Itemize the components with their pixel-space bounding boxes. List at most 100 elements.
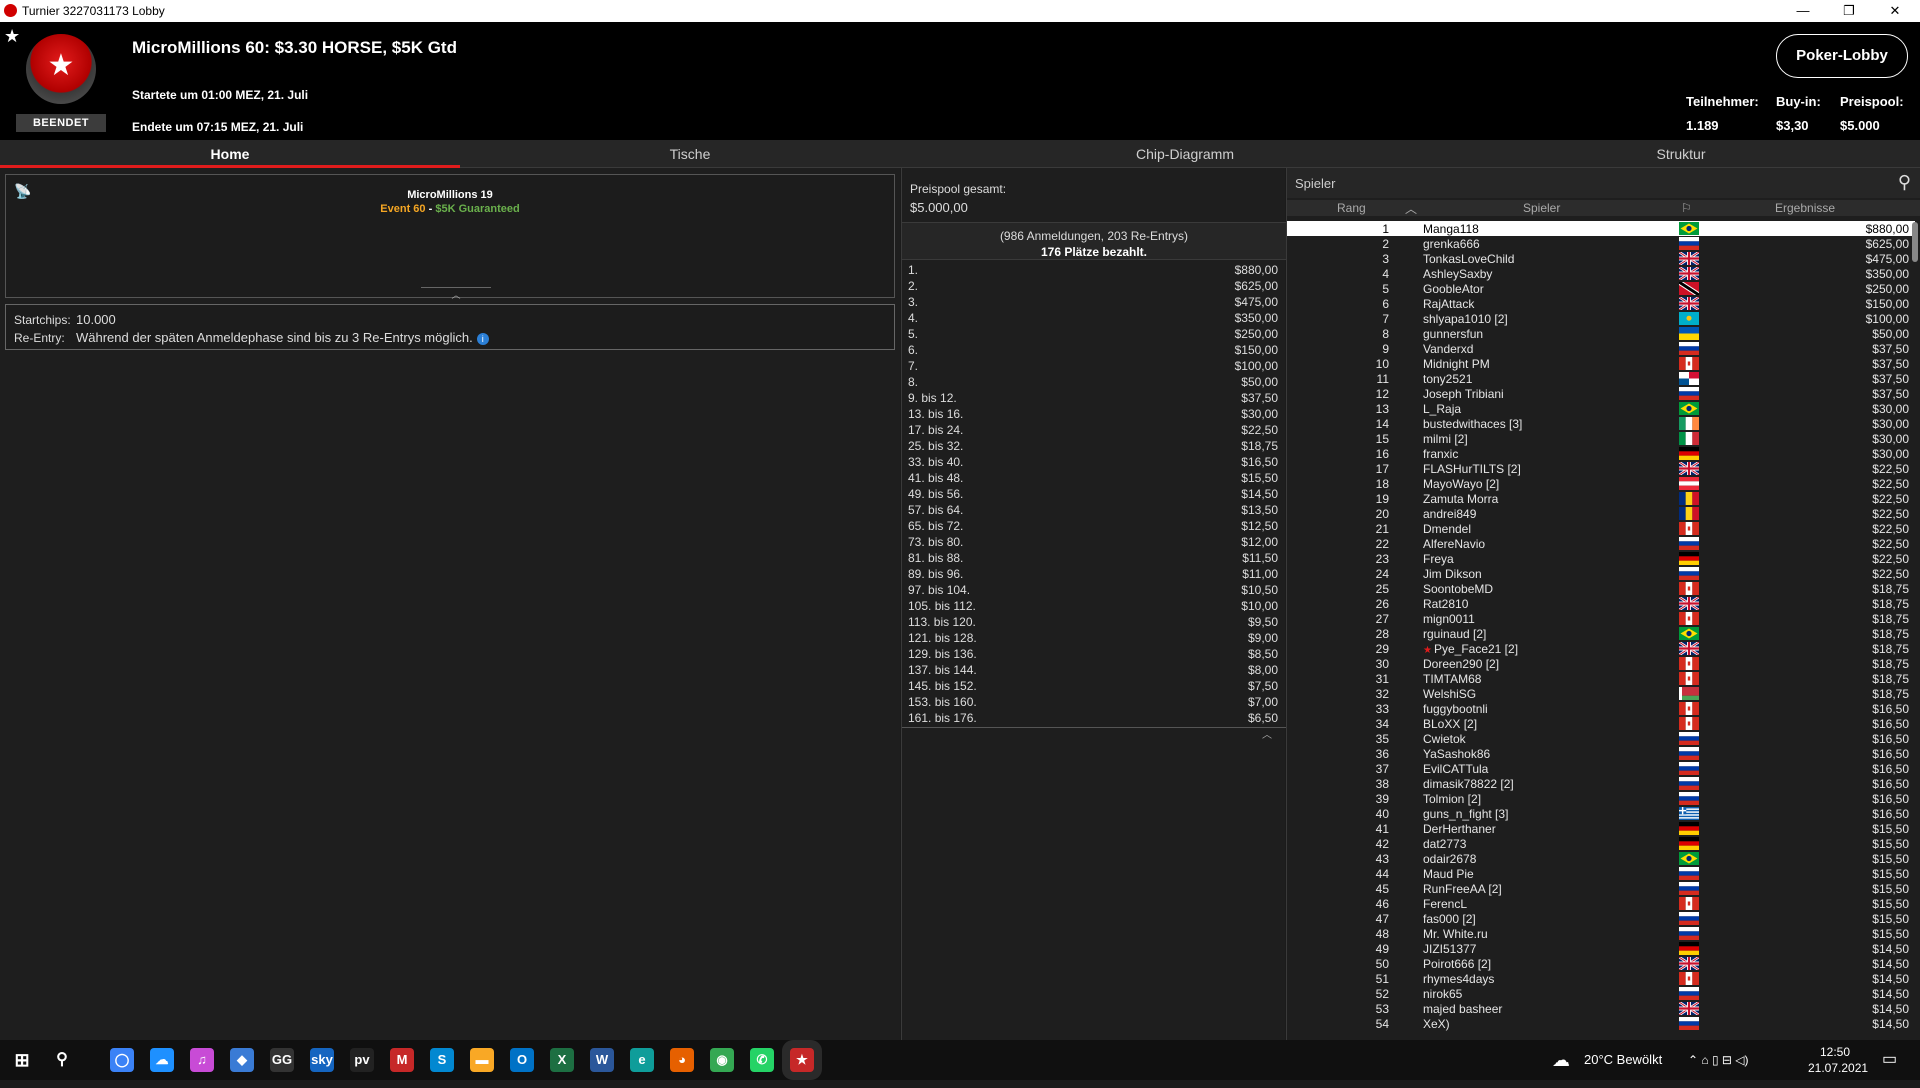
player-row[interactable]: 32 WelshiSG $18,75 xyxy=(1287,686,1915,701)
player-row[interactable]: 45 RunFreeAA [2] $15,50 xyxy=(1287,881,1915,896)
flag-header-icon[interactable]: ⚐ xyxy=(1681,201,1692,215)
favorite-star-icon[interactable]: ★ xyxy=(4,26,20,47)
player-row[interactable]: 51 rhymes4days $14,50 xyxy=(1287,971,1915,986)
player-row[interactable]: 49 JIZI51377 $14,50 xyxy=(1287,941,1915,956)
player-row[interactable]: 11 tony2521 $37,50 xyxy=(1287,371,1915,386)
player-row[interactable]: 40 guns_n_fight [3] $16,50 xyxy=(1287,806,1915,821)
clock-date[interactable]: 21.07.2021 xyxy=(1808,1048,1868,1088)
player-row[interactable]: 35 Cwietok $16,50 xyxy=(1287,731,1915,746)
player-row[interactable]: 34 BLoXX [2] $16,50 xyxy=(1287,716,1915,731)
player-row[interactable]: 26 Rat2810 $18,75 xyxy=(1287,596,1915,611)
player-row[interactable]: 38 dimasik78822 [2] $16,50 xyxy=(1287,776,1915,791)
player-row[interactable]: 13 L_Raja $30,00 xyxy=(1287,401,1915,416)
collapse-chevron-icon[interactable]: ︿ xyxy=(421,287,491,300)
player-row[interactable]: 20 andrei849 $22,50 xyxy=(1287,506,1915,521)
tab-tables[interactable]: Tische xyxy=(460,140,920,168)
tab-home[interactable]: Home xyxy=(0,140,460,168)
col-results[interactable]: Ergebnisse xyxy=(1775,201,1835,215)
poker-lobby-button[interactable]: Poker-Lobby xyxy=(1776,34,1908,78)
search-input[interactable]: Spieler xyxy=(1295,176,1335,191)
notification-icon[interactable]: ▭ xyxy=(1882,1040,1897,1080)
player-row[interactable]: 36 YaSashok86 $16,50 xyxy=(1287,746,1915,761)
edge-icon[interactable]: e xyxy=(630,1048,654,1072)
gg-icon[interactable]: GG xyxy=(270,1048,294,1072)
player-row[interactable]: 42 dat2773 $15,50 xyxy=(1287,836,1915,851)
player-row[interactable]: 9 Vanderxd $37,50 xyxy=(1287,341,1915,356)
sky-icon[interactable]: sky xyxy=(310,1048,334,1072)
tab-chip-chart[interactable]: Chip-Diagramm xyxy=(920,140,1450,168)
excel-icon[interactable]: X xyxy=(550,1048,574,1072)
prime-video-icon[interactable]: pv xyxy=(350,1048,374,1072)
chrome-icon[interactable]: ◉ xyxy=(710,1048,734,1072)
payout-row: 97. bis 104. $10,50 xyxy=(906,582,1280,598)
player-row[interactable]: 48 Mr. White.ru $15,50 xyxy=(1287,926,1915,941)
whatsapp-icon[interactable]: ✆ xyxy=(750,1048,774,1072)
player-row[interactable]: 3 TonkasLoveChild $475,00 xyxy=(1287,251,1915,266)
system-tray-icons[interactable]: ⌃ ⌂ ▯ ⊟ ◁) xyxy=(1688,1040,1749,1080)
col-player[interactable]: Spieler xyxy=(1523,201,1560,215)
player-row[interactable]: 30 Doreen290 [2] $18,75 xyxy=(1287,656,1915,671)
player-row[interactable]: 4 AshleySaxby $350,00 xyxy=(1287,266,1915,281)
player-row[interactable]: 46 FerencL $15,50 xyxy=(1287,896,1915,911)
player-row[interactable]: 52 nirok65 $14,50 xyxy=(1287,986,1915,1001)
itunes-icon[interactable]: ♫ xyxy=(190,1048,214,1072)
onedrive-icon[interactable]: ☁ xyxy=(150,1048,174,1072)
pokerstars-icon[interactable]: ★ xyxy=(790,1048,814,1072)
player-row[interactable]: 24 Jim Dikson $22,50 xyxy=(1287,566,1915,581)
minimize-icon[interactable]: — xyxy=(1780,0,1826,22)
outlook-icon[interactable]: O xyxy=(510,1048,534,1072)
player-row[interactable]: 6 RajAttack $150,00 xyxy=(1287,296,1915,311)
player-row[interactable]: 43 odair2678 $15,50 xyxy=(1287,851,1915,866)
player-row[interactable]: 18 MayoWayo [2] $22,50 xyxy=(1287,476,1915,491)
player-row[interactable]: 33 fuggybootnli $16,50 xyxy=(1287,701,1915,716)
info-icon[interactable]: i xyxy=(476,333,489,345)
app-icon[interactable]: ◆ xyxy=(230,1048,254,1072)
player-row[interactable]: 29 ★ Pye_Face21 [2] $18,75 xyxy=(1287,641,1915,656)
player-row[interactable]: 7 shlyapa1010 [2] $100,00 xyxy=(1287,311,1915,326)
player-row[interactable]: 17 FLASHurTILTS [2] $22,50 xyxy=(1287,461,1915,476)
player-row[interactable]: 15 milmi [2] $30,00 xyxy=(1287,431,1915,446)
player-row[interactable]: 14 bustedwithaces [3] $30,00 xyxy=(1287,416,1915,431)
search-icon[interactable]: ⚲ xyxy=(1898,172,1911,193)
player-row[interactable]: 27 mign0011 $18,75 xyxy=(1287,611,1915,626)
player-row[interactable]: 25 SoontobeMD $18,75 xyxy=(1287,581,1915,596)
skype-icon[interactable]: S xyxy=(430,1048,454,1072)
player-row[interactable]: 2 grenka666 $625,00 xyxy=(1287,236,1915,251)
player-row[interactable]: 50 Poirot666 [2] $14,50 xyxy=(1287,956,1915,971)
player-row[interactable]: 53 majed basheer $14,50 xyxy=(1287,1001,1915,1016)
tab-structure[interactable]: Struktur xyxy=(1450,140,1912,168)
player-row[interactable]: 22 AlfereNavio $22,50 xyxy=(1287,536,1915,551)
player-row[interactable]: 5 GoobleAtor $250,00 xyxy=(1287,281,1915,296)
firefox-icon[interactable]: ◕ xyxy=(670,1048,694,1072)
mcafee-icon[interactable]: M xyxy=(390,1048,414,1072)
player-row[interactable]: 47 fas000 [2] $15,50 xyxy=(1287,911,1915,926)
player-row[interactable]: 12 Joseph Tribiani $37,50 xyxy=(1287,386,1915,401)
explorer-icon[interactable]: ▬ xyxy=(470,1048,494,1072)
player-row[interactable]: 10 Midnight PM $37,50 xyxy=(1287,356,1915,371)
taskbar-search-icon[interactable]: ⚲ xyxy=(50,1048,74,1072)
player-row[interactable]: 16 franxic $30,00 xyxy=(1287,446,1915,461)
players-scrollbar[interactable] xyxy=(1912,222,1918,262)
col-rank[interactable]: Rang xyxy=(1337,201,1366,215)
player-row[interactable]: 44 Maud Pie $15,50 xyxy=(1287,866,1915,881)
player-row[interactable]: 8 gunnersfun $50,00 xyxy=(1287,326,1915,341)
player-row[interactable]: 31 TIMTAM68 $18,75 xyxy=(1287,671,1915,686)
player-row[interactable]: 54 XeX) $14,50 xyxy=(1287,1016,1915,1031)
maximize-icon[interactable]: ❐ xyxy=(1826,0,1872,22)
sort-chevron-icon[interactable]: ︿ xyxy=(1405,200,1417,217)
weather-icon[interactable]: ☁ xyxy=(1552,1040,1570,1080)
start-icon[interactable]: ⊞ xyxy=(10,1048,34,1072)
player-row[interactable]: 23 Freya $22,50 xyxy=(1287,551,1915,566)
word-icon[interactable]: W xyxy=(590,1048,614,1072)
player-row[interactable]: 21 Dmendel $22,50 xyxy=(1287,521,1915,536)
player-row[interactable]: 1 Manga118 $880,00 xyxy=(1287,221,1915,236)
close-icon[interactable]: ✕ xyxy=(1872,0,1918,22)
player-row[interactable]: 39 Tolmion [2] $16,50 xyxy=(1287,791,1915,806)
player-row[interactable]: 41 DerHerthaner $15,50 xyxy=(1287,821,1915,836)
cortana-icon[interactable]: ◯ xyxy=(110,1048,134,1072)
player-row[interactable]: 37 EvilCATTula $16,50 xyxy=(1287,761,1915,776)
player-row[interactable]: 28 rguinaud [2] $18,75 xyxy=(1287,626,1915,641)
weather-text[interactable]: 20°C Bewölkt xyxy=(1584,1040,1662,1080)
player-row[interactable]: 19 Zamuta Morra $22,50 xyxy=(1287,491,1915,506)
payout-collapse-icon[interactable]: ︿ xyxy=(1262,726,1272,741)
